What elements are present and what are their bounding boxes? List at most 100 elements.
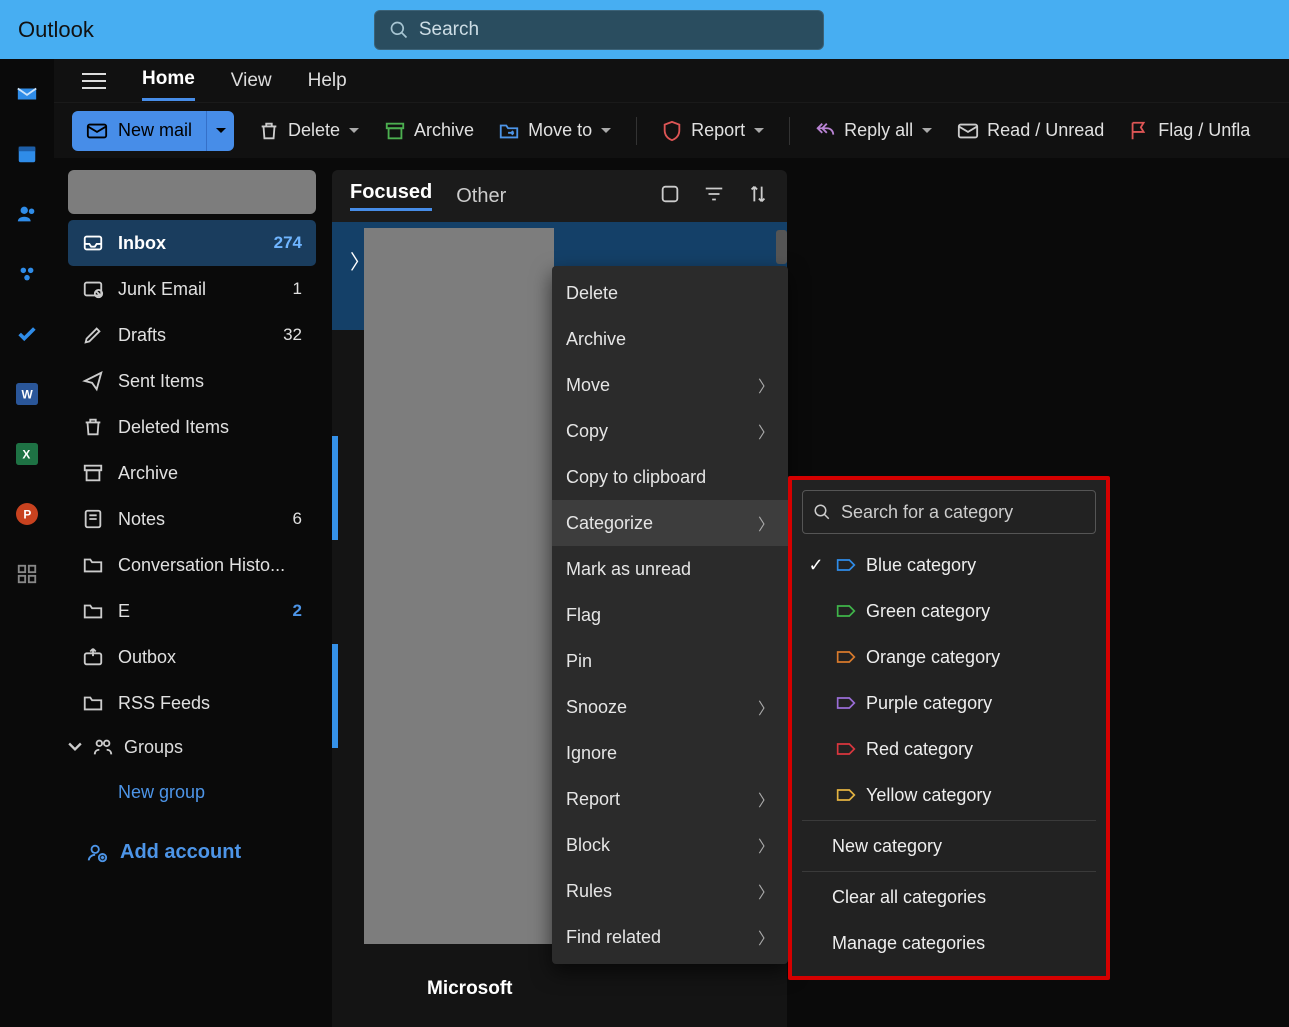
category-purple[interactable]: Purple category — [802, 680, 1096, 726]
tab-focused[interactable]: Focused — [350, 181, 432, 211]
ctx-label: Archive — [566, 329, 626, 350]
report-button[interactable]: Report — [661, 120, 765, 142]
category-orange[interactable]: Orange category — [802, 634, 1096, 680]
archive-label: Archive — [414, 120, 474, 141]
junk-icon — [82, 278, 104, 300]
folder-drafts[interactable]: Drafts 32 — [68, 312, 316, 358]
reply-all-icon — [814, 120, 836, 142]
folder-junk[interactable]: Junk Email 1 — [68, 266, 316, 312]
trash-icon — [82, 416, 104, 438]
folder-count: 2 — [293, 601, 302, 621]
select-mode-icon[interactable] — [659, 183, 681, 210]
folder-outbox[interactable]: Outbox — [68, 634, 316, 680]
ctx-pin[interactable]: Pin — [552, 638, 788, 684]
folder-inbox[interactable]: Inbox 274 — [68, 220, 316, 266]
moveto-label: Move to — [528, 120, 592, 141]
add-account-button[interactable]: Add account — [68, 817, 316, 864]
ctx-copy-clipboard[interactable]: Copy to clipboard — [552, 454, 788, 500]
category-clear[interactable]: Clear all categories — [802, 874, 1096, 920]
account-header[interactable] — [68, 170, 316, 214]
folder-notes[interactable]: Notes 6 — [68, 496, 316, 542]
folder-sent[interactable]: Sent Items — [68, 358, 316, 404]
mail-icon — [86, 120, 108, 142]
ctx-delete[interactable]: Delete — [552, 270, 788, 316]
tag-icon — [836, 695, 856, 711]
rail-groups-icon[interactable] — [12, 259, 42, 289]
scrollbar-thumb[interactable] — [776, 230, 787, 264]
folder-groups[interactable]: Groups — [68, 726, 316, 768]
category-manage[interactable]: Manage categories — [802, 920, 1096, 966]
category-red[interactable]: Red category — [802, 726, 1096, 772]
ctx-label: Rules — [566, 881, 612, 902]
ctx-flag[interactable]: Flag — [552, 592, 788, 638]
menu-separator — [802, 871, 1096, 872]
folder-count: 274 — [274, 233, 302, 253]
chevron-right-icon: 〉 — [758, 695, 774, 719]
folder-move-icon — [498, 120, 520, 142]
rail-word-icon[interactable]: W — [12, 379, 42, 409]
flag-label: Flag / Unfla — [1158, 120, 1250, 141]
category-new[interactable]: New category — [802, 823, 1096, 869]
replyall-button[interactable]: Reply all — [814, 120, 933, 142]
category-label: Purple category — [866, 693, 992, 714]
context-menu: Delete Archive Move〉 Copy〉 Copy to clipb… — [552, 266, 788, 964]
ctx-snooze[interactable]: Snooze〉 — [552, 684, 788, 730]
moveto-button[interactable]: Move to — [498, 120, 612, 142]
readunread-button[interactable]: Read / Unread — [957, 120, 1104, 142]
tab-other[interactable]: Other — [456, 185, 506, 208]
delete-button[interactable]: Delete — [258, 120, 360, 142]
ctx-categorize[interactable]: Categorize〉 — [552, 500, 788, 546]
category-blue[interactable]: ✓ Blue category — [802, 542, 1096, 588]
search-box[interactable]: Search — [374, 10, 824, 50]
titlebar: Outlook Search — [0, 0, 1289, 59]
chevron-down-icon — [921, 125, 933, 137]
tag-icon — [836, 649, 856, 665]
rail-calendar-icon[interactable] — [12, 139, 42, 169]
tag-icon — [836, 557, 856, 573]
new-mail-button[interactable]: New mail — [72, 120, 206, 142]
tab-view[interactable]: View — [231, 62, 272, 100]
category-green[interactable]: Green category — [802, 588, 1096, 634]
rail-todo-icon[interactable] — [12, 319, 42, 349]
rail-powerpoint-icon[interactable]: P — [12, 499, 42, 529]
new-group-link[interactable]: New group — [68, 768, 316, 817]
flag-button[interactable]: Flag / Unfla — [1128, 120, 1250, 142]
ctx-mark-unread[interactable]: Mark as unread — [552, 546, 788, 592]
sort-icon[interactable] — [747, 183, 769, 210]
ctx-find-related[interactable]: Find related〉 — [552, 914, 788, 960]
folder-e[interactable]: E 2 — [68, 588, 316, 634]
chevron-down-icon — [753, 125, 765, 137]
tab-home[interactable]: Home — [142, 60, 195, 101]
folder-deleted[interactable]: Deleted Items — [68, 404, 316, 450]
tab-help[interactable]: Help — [308, 62, 347, 100]
groups-label: Groups — [124, 737, 183, 758]
ctx-rules[interactable]: Rules〉 — [552, 868, 788, 914]
folder-label: RSS Feeds — [118, 693, 210, 714]
category-yellow[interactable]: Yellow category — [802, 772, 1096, 818]
hamburger-icon[interactable] — [82, 69, 106, 93]
folder-conversation-history[interactable]: Conversation Histo... — [68, 542, 316, 588]
rail-people-icon[interactable] — [12, 199, 42, 229]
folder-archive[interactable]: Archive — [68, 450, 316, 496]
chevron-down-icon — [600, 125, 612, 137]
ctx-block[interactable]: Block〉 — [552, 822, 788, 868]
ctx-copy[interactable]: Copy〉 — [552, 408, 788, 454]
filter-icon[interactable] — [703, 183, 725, 210]
rail-excel-icon[interactable]: X — [12, 439, 42, 469]
folder-icon — [82, 692, 104, 714]
ctx-report[interactable]: Report〉 — [552, 776, 788, 822]
archive-button[interactable]: Archive — [384, 120, 474, 142]
groups-icon — [92, 736, 114, 758]
category-search[interactable]: Search for a category — [802, 490, 1096, 534]
folder-label: Outbox — [118, 647, 176, 668]
ctx-archive[interactable]: Archive — [552, 316, 788, 362]
folder-label: Drafts — [118, 325, 166, 346]
svg-text:W: W — [22, 388, 34, 402]
ctx-move[interactable]: Move〉 — [552, 362, 788, 408]
rail-apps-icon[interactable] — [12, 559, 42, 589]
folder-rss[interactable]: RSS Feeds — [68, 680, 316, 726]
sent-icon — [82, 370, 104, 392]
rail-mail-icon[interactable] — [12, 79, 42, 109]
new-mail-dropdown[interactable] — [206, 111, 234, 151]
ctx-ignore[interactable]: Ignore — [552, 730, 788, 776]
